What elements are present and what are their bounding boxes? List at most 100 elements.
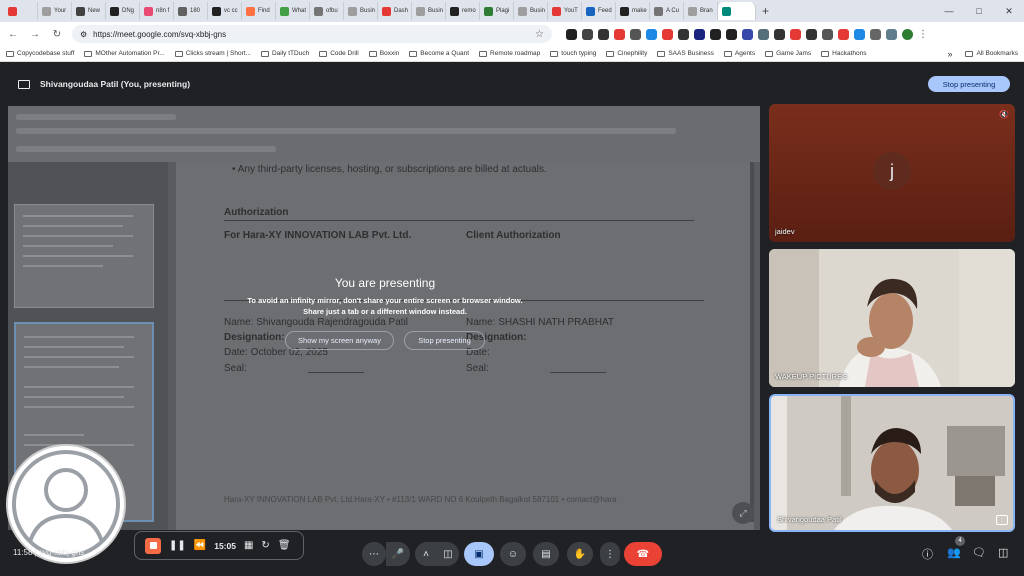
- bookmark-item[interactable]: SAAS Business: [657, 50, 714, 57]
- bookmark-item[interactable]: touch typing: [550, 50, 596, 57]
- browser-tab[interactable]: Your: [38, 2, 72, 20]
- restart-icon[interactable]: ↻: [261, 540, 269, 551]
- back-icon[interactable]: ←: [6, 29, 20, 40]
- rewind-icon[interactable]: ⏪: [194, 540, 206, 551]
- maximize-icon[interactable]: □: [964, 6, 994, 16]
- bookmark-item[interactable]: Cinephility: [606, 50, 647, 57]
- browser-tab[interactable]: Busin: [412, 2, 446, 20]
- browser-tab[interactable]: YouT: [548, 2, 582, 20]
- browser-tab[interactable]: n8n f: [140, 2, 174, 20]
- bookmark-item[interactable]: Agents: [723, 50, 755, 57]
- url-input[interactable]: ⚙ https://meet.google.com/svq-xbbj-gns ☆: [72, 25, 552, 43]
- browser-tab[interactable]: What: [276, 2, 310, 20]
- extension-icon[interactable]: [566, 28, 577, 40]
- participant-tile[interactable]: WAKEUP PICTURES: [769, 249, 1015, 387]
- more-options-button[interactable]: ⋯: [362, 542, 386, 566]
- extension-icon[interactable]: [854, 28, 865, 40]
- pip-icon[interactable]: [996, 515, 1008, 525]
- browser-tab[interactable]: Dash: [378, 2, 412, 20]
- minimize-icon[interactable]: —: [934, 6, 964, 16]
- extension-icon[interactable]: [806, 28, 817, 40]
- extension-icon[interactable]: [774, 28, 785, 40]
- extension-icon[interactable]: [838, 28, 849, 40]
- extension-icon[interactable]: [646, 28, 657, 40]
- extension-icon[interactable]: [662, 28, 673, 40]
- menu-kebab-icon[interactable]: ⋮: [918, 29, 928, 40]
- browser-tab[interactable]: ofbu: [310, 2, 344, 20]
- pause-icon[interactable]: ❚❚: [169, 540, 186, 551]
- extension-icon[interactable]: [598, 28, 609, 40]
- participant-tile-self[interactable]: Shivangoudaa Patil: [769, 394, 1015, 532]
- browser-tab[interactable]: New: [72, 2, 106, 20]
- forward-icon[interactable]: →: [28, 29, 42, 40]
- microphone-icon[interactable]: 🎤: [386, 542, 410, 566]
- captions-icon[interactable]: ▤: [533, 542, 559, 566]
- extension-icon[interactable]: [822, 28, 833, 40]
- bookmark-item[interactable]: Remote roadmap: [479, 50, 540, 57]
- fullscreen-icon[interactable]: ⤢: [732, 502, 754, 524]
- profile-avatar[interactable]: [902, 28, 913, 40]
- extension-icon[interactable]: [630, 28, 641, 40]
- trash-icon[interactable]: 🗑: [278, 540, 291, 551]
- browser-tab[interactable]: vc cc: [208, 2, 242, 20]
- browser-tab[interactable]: [718, 2, 756, 20]
- browser-tab[interactable]: make: [616, 2, 650, 20]
- bookmark-item[interactable]: Game Jams: [765, 50, 811, 57]
- raise-hand-icon[interactable]: ✋: [567, 542, 593, 566]
- extension-icon[interactable]: [582, 28, 593, 40]
- browser-tab[interactable]: A Cu: [650, 2, 684, 20]
- chat-icon[interactable]: 🗨: [972, 546, 986, 559]
- bookmark-star-icon[interactable]: ☆: [535, 29, 544, 40]
- show-screen-anyway-button[interactable]: Show my screen anyway: [285, 331, 394, 350]
- extension-icon[interactable]: [678, 28, 689, 40]
- sidebar-icon[interactable]: [886, 28, 897, 40]
- extension-icon[interactable]: [742, 28, 753, 40]
- overlay-stop-presenting-button[interactable]: Stop presenting: [404, 331, 485, 350]
- extension-icon[interactable]: [694, 28, 705, 40]
- bookmark-item[interactable]: Boxxin: [368, 50, 399, 57]
- self-view-avatar[interactable]: [6, 444, 126, 564]
- close-icon[interactable]: ✕: [994, 6, 1024, 17]
- stop-presenting-button[interactable]: Stop presenting: [928, 76, 1010, 92]
- extension-icon[interactable]: [726, 28, 737, 40]
- bookmark-item[interactable]: Copycodebase stuff: [6, 50, 74, 57]
- reload-icon[interactable]: ↻: [50, 29, 64, 40]
- site-info-icon[interactable]: ⚙: [80, 30, 87, 39]
- emoji-reaction-icon[interactable]: ☺: [500, 542, 526, 566]
- extension-icon[interactable]: [790, 28, 801, 40]
- camera-options-chevron-icon[interactable]: ˄: [415, 542, 437, 566]
- new-tab-button[interactable]: +: [762, 4, 769, 18]
- people-icon[interactable]: 👥: [947, 546, 961, 559]
- more-vert-icon[interactable]: ⋮: [600, 542, 620, 566]
- bookmark-item[interactable]: Clicks stream | Short...: [174, 50, 251, 57]
- bookmarks-overflow-icon[interactable]: »: [947, 49, 952, 59]
- camera-icon[interactable]: ◫: [437, 542, 459, 566]
- browser-tab[interactable]: Feed: [582, 2, 616, 20]
- browser-tab[interactable]: Busin: [514, 2, 548, 20]
- bookmark-item[interactable]: Become a Quant: [409, 50, 469, 57]
- leave-call-button[interactable]: ☎: [624, 542, 662, 566]
- browser-tab[interactable]: [4, 2, 38, 20]
- extension-icon[interactable]: [710, 28, 721, 40]
- meeting-info-icon[interactable]: ⓘ: [922, 546, 933, 562]
- activities-icon[interactable]: ◫: [998, 546, 1008, 559]
- browser-tab[interactable]: Bran: [684, 2, 718, 20]
- grid-icon[interactable]: ▦: [244, 540, 253, 551]
- browser-tab[interactable]: Plagi: [480, 2, 514, 20]
- puzzle-icon[interactable]: [870, 28, 881, 40]
- bookmark-item[interactable]: Code Drill: [319, 50, 359, 57]
- extension-icon[interactable]: [614, 28, 625, 40]
- browser-tab[interactable]: Busin: [344, 2, 378, 20]
- extension-icon[interactable]: [758, 28, 769, 40]
- document-scrollbar[interactable]: [750, 162, 754, 522]
- bookmark-item[interactable]: Daily tTDuch: [260, 50, 309, 57]
- browser-tab[interactable]: 180: [174, 2, 208, 20]
- browser-tab[interactable]: Find: [242, 2, 276, 20]
- all-bookmarks-link[interactable]: All Bookmarks: [976, 50, 1018, 57]
- bookmark-item[interactable]: Hackathons: [821, 50, 867, 57]
- page-thumbnail[interactable]: [14, 204, 154, 308]
- browser-tab[interactable]: remo: [446, 2, 480, 20]
- browser-tab[interactable]: DNg: [106, 2, 140, 20]
- stop-recording-button[interactable]: [145, 537, 161, 554]
- bookmark-item[interactable]: MOther Automation Pr...: [84, 50, 165, 57]
